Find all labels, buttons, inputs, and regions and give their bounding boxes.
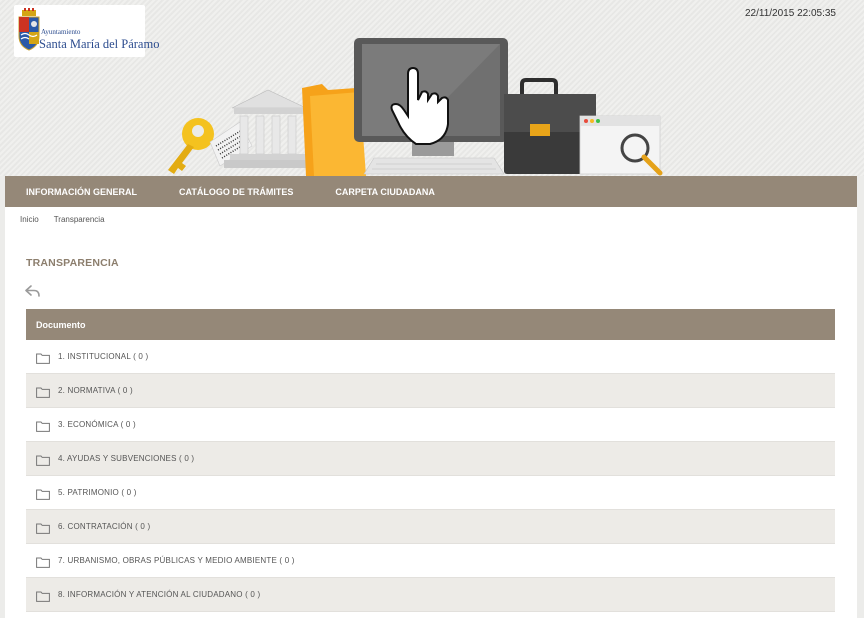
folder-icon [36,557,50,568]
documents-table: Documento 1. INSTITUCIONAL ( 0 ) 2. NORM… [26,309,835,612]
site-header: Ayuntamiento Santa María del Páramo 22/1… [0,0,864,176]
nav-catalogo-tramites[interactable]: CATÁLOGO DE TRÁMITES [179,187,293,197]
logo-subtitle: Ayuntamiento [41,28,81,36]
folder-icon [36,353,50,364]
breadcrumb-inicio[interactable]: Inicio [20,215,39,224]
table-row[interactable]: 5. PATRIMONIO ( 0 ) [26,476,835,510]
folder-icon [36,387,50,398]
breadcrumb: Inicio Transparencia [20,215,105,224]
municipality-logo[interactable]: Ayuntamiento Santa María del Páramo [14,5,159,57]
current-datetime: 22/11/2015 22:05:35 [744,8,836,19]
row-label: 8. INFORMACIÓN Y ATENCIÓN AL CIUDADANO (… [58,590,261,599]
search-window-icon [579,115,663,176]
row-label: 4. AYUDAS Y SUBVENCIONES ( 0 ) [58,454,195,463]
table-row[interactable]: 7. URBANISMO, OBRAS PÚBLICAS Y MEDIO AMB… [26,544,835,578]
folder-icon [36,523,50,534]
row-label: 7. URBANISMO, OBRAS PÚBLICAS Y MEDIO AMB… [58,556,295,565]
page-title: TRANSPARENCIA [26,257,119,269]
folder-icon [36,455,50,466]
table-row[interactable]: 8. INFORMACIÓN Y ATENCIÓN AL CIUDADANO (… [26,578,835,612]
row-label: 5. PATRIMONIO ( 0 ) [58,488,137,497]
nav-carpeta-ciudadana[interactable]: CARPETA CIUDADANA [335,187,435,197]
folder-icon [36,489,50,500]
row-label: 6. CONTRATACIÓN ( 0 ) [58,522,151,531]
table-header-documento: Documento [26,309,835,340]
header-illustration [168,38,663,176]
nav-informacion-general[interactable]: INFORMACIÓN GENERAL [26,187,137,197]
row-label: 3. ECONÓMICA ( 0 ) [58,420,136,429]
row-label: 1. INSTITUCIONAL ( 0 ) [58,352,149,361]
coat-of-arms-icon [18,8,40,51]
table-row[interactable]: 3. ECONÓMICA ( 0 ) [26,408,835,442]
key-icon [168,118,214,174]
table-row[interactable]: 4. AYUDAS Y SUBVENCIONES ( 0 ) [26,442,835,476]
logo-title: Santa María del Páramo [39,37,160,51]
row-label: 2. NORMATIVA ( 0 ) [58,386,133,395]
table-row[interactable]: 6. CONTRATACIÓN ( 0 ) [26,510,835,544]
folder-icon [36,591,50,602]
breadcrumb-transparencia[interactable]: Transparencia [54,215,105,224]
folder-icon [36,421,50,432]
table-row[interactable]: 2. NORMATIVA ( 0 ) [26,374,835,408]
table-row[interactable]: 1. INSTITUCIONAL ( 0 ) [26,340,835,374]
main-content: Inicio Transparencia TRANSPARENCIA Docum… [5,207,857,618]
back-arrow-icon[interactable] [25,284,41,298]
main-navigation: INFORMACIÓN GENERAL CATÁLOGO DE TRÁMITES… [5,176,857,207]
